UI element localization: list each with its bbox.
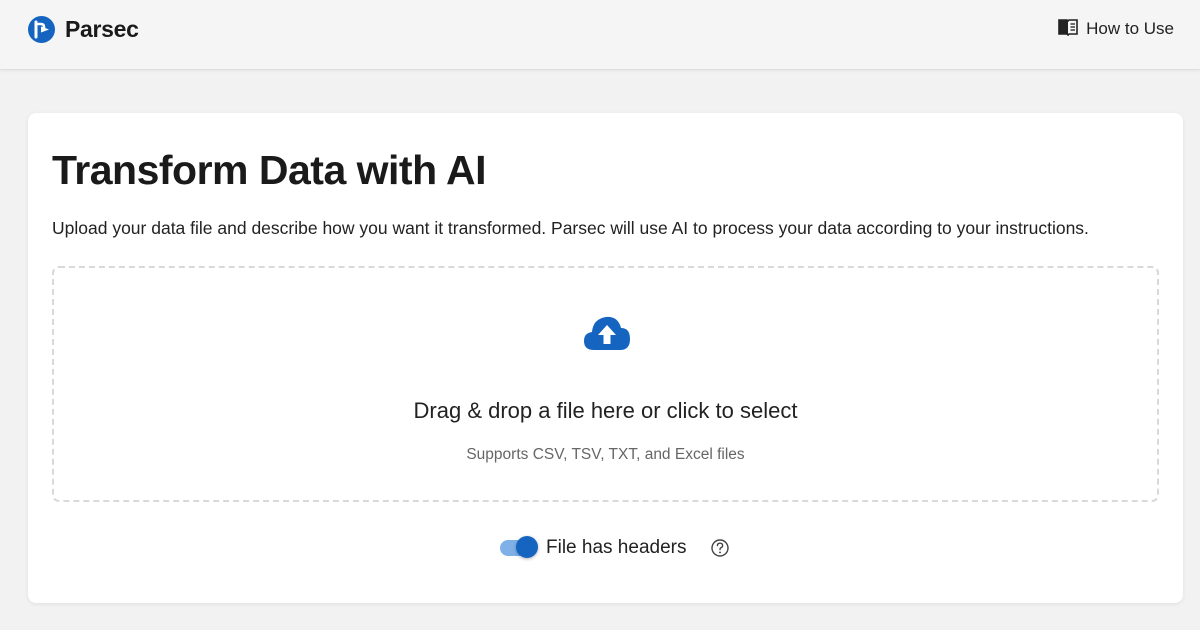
file-has-headers-switch[interactable] xyxy=(500,535,538,561)
switch-thumb xyxy=(516,536,538,558)
headers-toggle-row: File has headers xyxy=(500,534,730,562)
file-has-headers-label: File has headers xyxy=(546,537,687,558)
page-description: Upload your data file and describe how y… xyxy=(52,218,1089,238)
dropzone-subtitle: Supports CSV, TSV, TXT, and Excel files xyxy=(466,446,745,463)
transform-card: Transform Data with AI Upload your data … xyxy=(28,113,1183,603)
brand-name: Parsec xyxy=(65,15,139,42)
parsec-logo-icon xyxy=(28,15,55,43)
file-dropzone[interactable]: Drag & drop a file here or click to sele… xyxy=(52,266,1159,502)
book-icon xyxy=(1058,18,1078,41)
question-circle-icon[interactable] xyxy=(710,538,730,558)
top-bar: Parsec How to Use xyxy=(0,0,1200,70)
how-to-use-label: How to Use xyxy=(1086,19,1174,38)
page-title: Transform Data with AI xyxy=(52,147,487,193)
brand-link[interactable]: Parsec xyxy=(28,12,139,46)
cloud-upload-icon xyxy=(581,310,633,354)
how-to-use-link[interactable]: How to Use xyxy=(1058,17,1174,41)
dropzone-title: Drag & drop a file here or click to sele… xyxy=(413,398,798,423)
